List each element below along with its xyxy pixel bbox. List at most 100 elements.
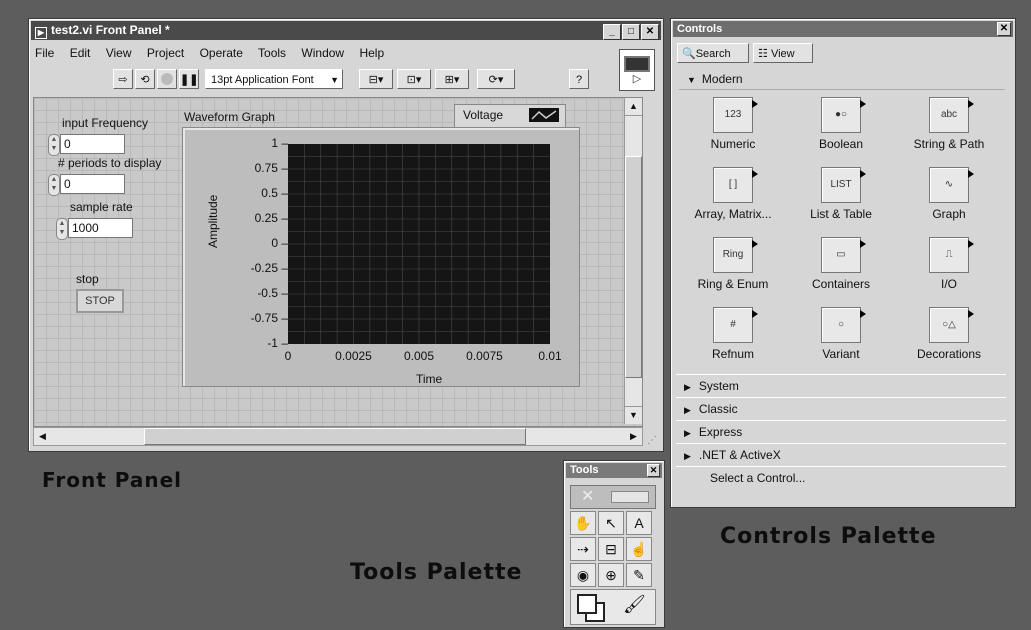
font-select[interactable]: 13pt Application Font ▼ xyxy=(205,69,343,89)
plot-area[interactable] xyxy=(288,144,550,344)
help-button[interactable]: ? xyxy=(569,69,589,89)
distribute-objects-button[interactable]: ⊡▾ xyxy=(397,69,431,89)
stop-label: stop xyxy=(76,272,99,286)
align-objects-button[interactable]: ⊟▾ xyxy=(359,69,393,89)
palette-item-refnum[interactable]: # Refnum xyxy=(683,307,783,361)
boolean-icon: ●○ xyxy=(821,97,866,133)
menu-help[interactable]: Help xyxy=(359,46,384,60)
category-express[interactable]: ▶ Express xyxy=(676,420,1006,444)
set-color-tool-icon[interactable]: 🖌 xyxy=(570,589,656,625)
operate-value-tool-icon[interactable]: ✋ xyxy=(570,511,596,535)
scroll-right-arrow-icon[interactable]: ▶ xyxy=(625,428,642,445)
select-a-control[interactable]: Select a Control... xyxy=(676,466,1006,489)
controls-palette-title: Controls xyxy=(677,23,723,35)
front-panel-titlebar[interactable]: ▶ test2.vi Front Panel * _ □ ✕ xyxy=(31,21,661,40)
paintbrush-icon: 🖌 xyxy=(623,594,646,614)
minimize-button[interactable]: _ xyxy=(603,24,621,40)
resize-objects-button[interactable]: ⊞▾ xyxy=(435,69,469,89)
maximize-button[interactable]: □ xyxy=(622,24,640,40)
list-table-icon: LIST xyxy=(821,167,866,203)
close-button[interactable]: ✕ xyxy=(641,24,659,40)
palette-item-list-table[interactable]: LIST List & Table xyxy=(791,167,891,221)
palette-item-string-path[interactable]: abc String & Path xyxy=(899,97,999,151)
scroll-window-tool-icon[interactable]: ☝ xyxy=(626,537,652,561)
controls-palette-titlebar[interactable]: Controls ✕ xyxy=(673,21,1013,37)
stop-button[interactable]: STOP xyxy=(76,289,124,313)
tools-palette-titlebar[interactable]: Tools ✕ xyxy=(566,463,662,478)
palette-item-label: List & Table xyxy=(810,207,872,221)
menu-view[interactable]: View xyxy=(106,46,132,60)
category-dotnet-label: .NET & ActiveX xyxy=(698,448,781,462)
x-tick-label: 0.0025 xyxy=(335,349,372,363)
scroll-up-arrow-icon[interactable]: ▲ xyxy=(625,98,642,116)
vi-connector-icon[interactable]: ▷ xyxy=(619,49,655,91)
menu-window[interactable]: Window xyxy=(301,46,344,60)
periods-field[interactable]: 0 xyxy=(60,174,125,194)
run-continuously-button[interactable]: ⟲ xyxy=(135,69,155,89)
palette-item-i-o[interactable]: ⎍ I/O xyxy=(899,237,999,291)
menu-project[interactable]: Project xyxy=(147,46,184,60)
shortcut-menu-tool-icon[interactable]: ⊟ xyxy=(598,537,624,561)
palette-item-variant[interactable]: ○ Variant xyxy=(791,307,891,361)
reorder-button[interactable]: ⟳▾ xyxy=(477,69,515,89)
palette-item-label: Numeric xyxy=(710,137,756,151)
tools-close-button[interactable]: ✕ xyxy=(647,464,660,477)
increment-arrows-icon[interactable]: ▲ ▼ xyxy=(48,134,60,156)
array-matrix-icon: [ ] xyxy=(713,167,758,203)
input-frequency-field[interactable]: 0 xyxy=(60,134,125,154)
y-axis-title: Amplitude xyxy=(206,194,220,248)
edit-text-tool-icon[interactable]: A xyxy=(626,511,652,535)
position-select-tool-icon[interactable]: ↖ xyxy=(598,511,624,535)
palette-item-array-matrix[interactable]: [ ] Array, Matrix... xyxy=(683,167,783,221)
palette-search-button[interactable]: 🔍Search xyxy=(677,43,749,63)
scroll-thumb[interactable] xyxy=(625,156,642,378)
x-tick-label: 0.01 xyxy=(538,349,562,363)
front-panel-window: ▶ test2.vi Front Panel * _ □ ✕ File Edit … xyxy=(28,18,664,452)
category-system[interactable]: ▶ System xyxy=(676,374,1006,398)
palette-item-boolean[interactable]: ●○ Boolean xyxy=(791,97,891,151)
palette-item-decorations[interactable]: ○△ Decorations xyxy=(899,307,999,361)
expand-right-icon: ▶ xyxy=(684,451,691,461)
automatic-tool-selection[interactable]: ✕ xyxy=(570,485,656,509)
abort-button[interactable] xyxy=(157,69,177,89)
menu-file[interactable]: File xyxy=(35,46,54,60)
input-frequency-label: input Frequency xyxy=(62,116,149,130)
breakpoint-tool-icon[interactable]: ◉ xyxy=(570,563,596,587)
vertical-scrollbar[interactable]: ▲ ▼ xyxy=(624,98,642,424)
legend-plot-icon xyxy=(529,108,559,122)
y-tick-label: 0 – xyxy=(271,236,288,250)
palette-item-label: Variant xyxy=(822,347,860,361)
increment-arrows-icon[interactable]: ▲ ▼ xyxy=(56,218,68,240)
modern-category-header[interactable]: ▼ Modern xyxy=(679,69,1005,90)
sample-rate-field[interactable]: 1000 xyxy=(68,218,133,238)
y-tick-label: -0.75 – xyxy=(250,311,288,325)
palette-item-numeric[interactable]: 123 Numeric xyxy=(683,97,783,151)
palette-close-button[interactable]: ✕ xyxy=(997,22,1011,36)
scroll-down-arrow-icon[interactable]: ▼ xyxy=(625,406,642,424)
expand-down-icon: ▼ xyxy=(687,75,696,85)
connect-wire-tool-icon[interactable]: ⇢ xyxy=(570,537,596,561)
palette-view-button[interactable]: ☷ View xyxy=(753,43,813,63)
run-arrow-button[interactable]: ⇨ xyxy=(113,69,133,89)
palette-item-label: String & Path xyxy=(913,137,985,151)
probe-tool-icon[interactable]: ⊕ xyxy=(598,563,624,587)
increment-arrows-icon[interactable]: ▲ ▼ xyxy=(48,174,60,196)
scroll-thumb-horizontal[interactable] xyxy=(144,428,526,445)
palette-item-ring-enum[interactable]: Ring Ring & Enum xyxy=(683,237,783,291)
menu-tools[interactable]: Tools xyxy=(258,46,286,60)
menu-operate[interactable]: Operate xyxy=(200,46,243,60)
menu-edit[interactable]: Edit xyxy=(70,46,91,60)
category-dotnet-activex[interactable]: ▶ .NET & ActiveX xyxy=(676,443,1006,467)
color-swatch-front xyxy=(577,594,597,614)
palette-item-containers[interactable]: ▭ Containers xyxy=(791,237,891,291)
resize-grip-icon[interactable]: ⋰ xyxy=(647,435,661,449)
plot-legend[interactable]: Voltage xyxy=(454,104,566,128)
front-panel-canvas[interactable]: input Frequency ▲ ▼ 0 # periods to displa… xyxy=(33,97,643,427)
horizontal-scrollbar[interactable]: ◀ ▶ xyxy=(33,427,643,446)
scroll-left-arrow-icon[interactable]: ◀ xyxy=(34,428,51,445)
pause-button[interactable]: ❚❚ xyxy=(179,69,199,89)
category-classic[interactable]: ▶ Classic xyxy=(676,397,1006,421)
get-color-tool-icon[interactable]: ✎ xyxy=(626,563,652,587)
periods-label: # periods to display xyxy=(58,156,162,170)
palette-item-graph[interactable]: ∿ Graph xyxy=(899,167,999,221)
